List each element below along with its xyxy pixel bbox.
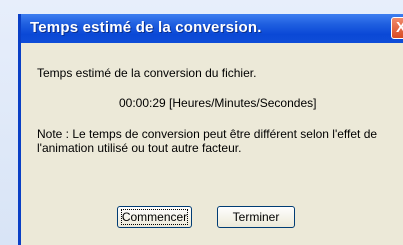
finish-button[interactable]: Terminer xyxy=(217,206,295,228)
conversion-message: Temps estimé de la conversion du fichier… xyxy=(37,66,257,80)
title-bar[interactable]: Temps estimé de la conversion. X xyxy=(21,14,403,43)
window-title: Temps estimé de la conversion. xyxy=(30,19,262,36)
close-icon: X xyxy=(396,19,403,36)
note-text: Note : Le temps de conversion peut être … xyxy=(37,127,378,155)
close-button[interactable]: X xyxy=(391,17,403,39)
desktop-background: Temps estimé de la conversion. X Temps e… xyxy=(0,0,403,245)
estimated-time: 00:00:29 [Heures/Minutes/Secondes] xyxy=(119,96,317,110)
dialog-content: Temps estimé de la conversion du fichier… xyxy=(21,43,403,245)
conversion-time-dialog: Temps estimé de la conversion. X Temps e… xyxy=(18,14,403,245)
start-button[interactable]: Commencer xyxy=(117,206,192,228)
